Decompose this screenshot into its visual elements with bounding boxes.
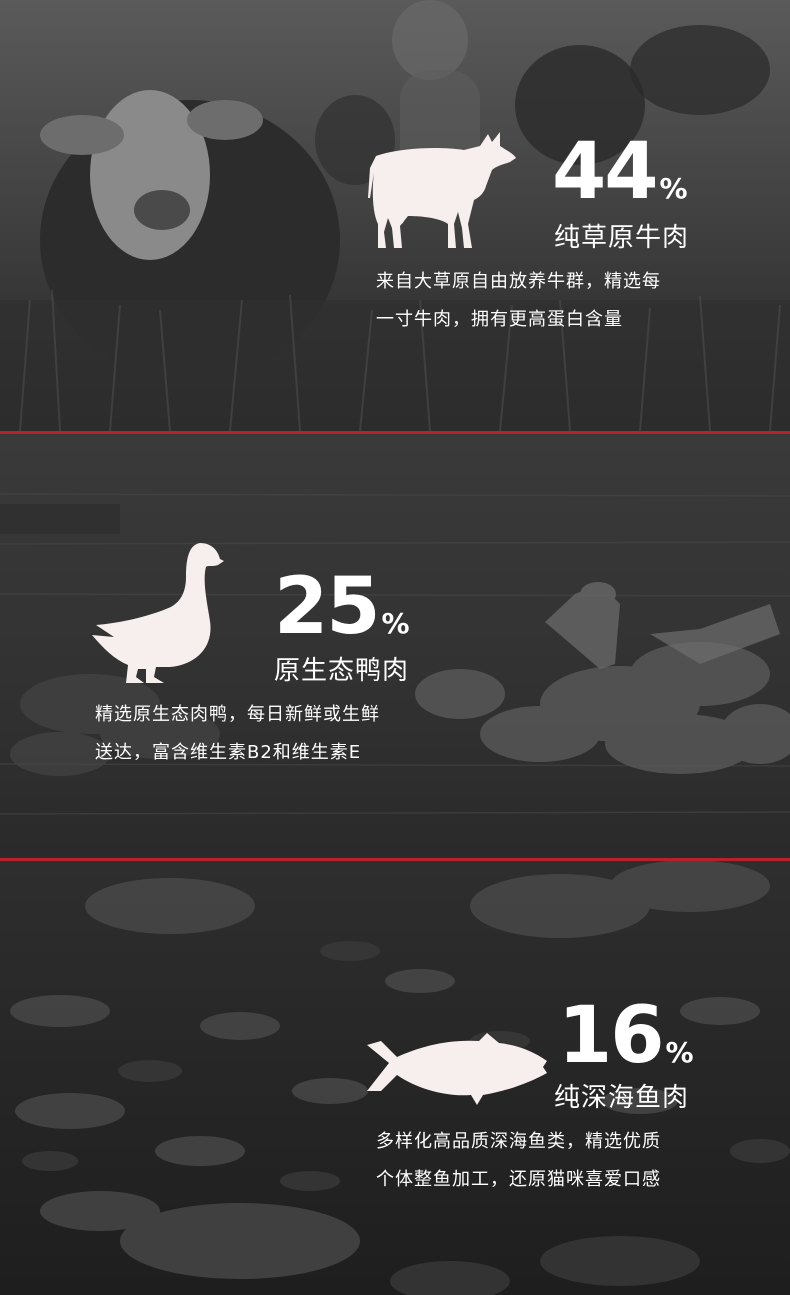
beef-percentage: 44% [552, 133, 688, 211]
beef-section: 44% 纯草原牛肉 来自大草原自由放养牛群，精选每 一寸牛肉，拥有更高蛋白含量 [0, 0, 790, 431]
percentage-number: 25 [274, 562, 381, 652]
beef-description-line-1: 来自大草原自由放养牛群，精选每 [376, 271, 661, 292]
duck-description-line-2: 送达，富含维生素B2和维生素E [95, 742, 362, 763]
fish-description-line-2: 个体整鱼加工，还原猫咪喜爱口感 [376, 1169, 661, 1190]
fish-section: 16% 纯深海鱼肉 多样化高品质深海鱼类，精选优质 个体整鱼加工，还原猫咪喜爱口… [0, 861, 790, 1295]
fish-description-line-1: 多样化高品质深海鱼类，精选优质 [376, 1131, 661, 1152]
fish-percentage: 16% [558, 997, 694, 1075]
beef-title: 纯草原牛肉 [554, 223, 690, 253]
duck-section: 25% 原生态鸭肉 精选原生态肉鸭，每日新鲜或生鲜 送达，富含维生素B2和维生素… [0, 434, 790, 858]
duck-percentage: 25% [274, 568, 410, 646]
percentage-number: 16 [558, 991, 665, 1081]
percent-sign: % [665, 1036, 694, 1069]
beef-description: 来自大草原自由放养牛群，精选每 一寸牛肉，拥有更高蛋白含量 [376, 263, 661, 339]
beef-description-line-2: 一寸牛肉，拥有更高蛋白含量 [376, 309, 623, 330]
percent-sign: % [381, 607, 410, 640]
fish-icon [367, 1033, 547, 1105]
duck-description-line-1: 精选原生态肉鸭，每日新鲜或生鲜 [95, 704, 380, 725]
duck-description: 精选原生态肉鸭，每日新鲜或生鲜 送达，富含维生素B2和维生素E [95, 696, 380, 772]
duck-title: 原生态鸭肉 [274, 656, 410, 686]
cow-icon [368, 132, 516, 248]
fish-title: 纯深海鱼肉 [554, 1083, 690, 1113]
percentage-number: 44 [552, 127, 659, 217]
percent-sign: % [659, 172, 688, 205]
fish-description: 多样化高品质深海鱼类，精选优质 个体整鱼加工，还原猫咪喜爱口感 [376, 1123, 661, 1199]
goose-icon [92, 543, 224, 683]
